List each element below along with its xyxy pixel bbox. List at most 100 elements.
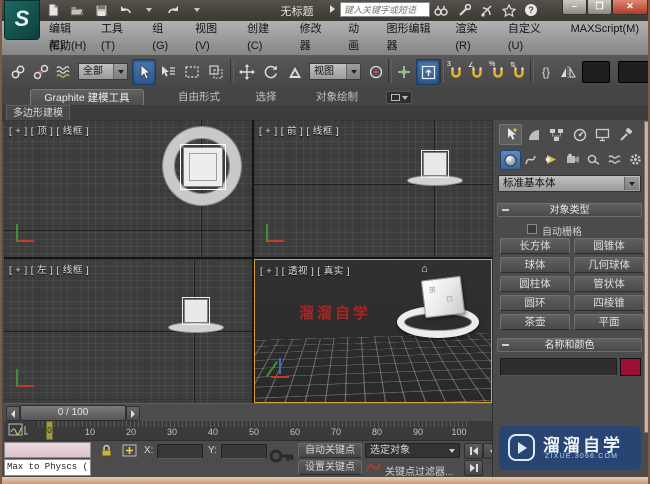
panel-scrollbar[interactable] bbox=[644, 121, 648, 433]
search-input[interactable] bbox=[340, 2, 430, 17]
named-selection-sets-button[interactable]: {} bbox=[534, 59, 558, 85]
max-app-logo[interactable]: S bbox=[4, 0, 40, 40]
keyboard-shortcut-override-toggle[interactable] bbox=[416, 59, 440, 85]
viewport-front-label[interactable]: [ + ] [ 前 ] [ 线框 ] bbox=[259, 123, 339, 137]
systems-category[interactable] bbox=[626, 150, 645, 168]
set-key-button[interactable]: 设置关键点 bbox=[298, 460, 362, 475]
hierarchy-tab[interactable] bbox=[545, 124, 568, 145]
absolute-mode-transform-icon[interactable] bbox=[122, 444, 137, 457]
utilities-tab[interactable] bbox=[614, 124, 637, 145]
tab-freeform[interactable]: 自由形式 bbox=[167, 89, 231, 105]
tube-button[interactable]: 管状体 bbox=[574, 276, 644, 292]
dropdown-arrow-icon[interactable] bbox=[113, 64, 127, 79]
layer-manager-box[interactable] bbox=[582, 61, 610, 83]
viewport-top-label[interactable]: [ + ] [ 顶 ] [ 线框 ] bbox=[9, 123, 89, 137]
viewport-perspective-label[interactable]: [ + ] [ 透视 ] [ 真实 ] bbox=[260, 263, 350, 277]
selection-filter-dropdown[interactable]: 全部 bbox=[78, 63, 128, 80]
lights-category[interactable] bbox=[542, 150, 561, 168]
mirror-button[interactable] bbox=[556, 59, 580, 85]
redo-icon[interactable] bbox=[164, 2, 182, 18]
menu-maxscript[interactable]: MAXScript(M) bbox=[562, 21, 648, 55]
save-icon[interactable] bbox=[92, 2, 110, 18]
close-button[interactable]: ✕ bbox=[612, 0, 648, 15]
go-to-start-button[interactable] bbox=[464, 443, 483, 459]
toolbar-end-box[interactable] bbox=[618, 61, 648, 83]
select-and-move-button[interactable] bbox=[235, 59, 259, 85]
select-by-name-button[interactable] bbox=[156, 59, 180, 85]
selection-set-dropdown[interactable]: 选定对象 bbox=[365, 443, 460, 458]
tab-selection[interactable]: 选择 bbox=[244, 89, 288, 105]
menu-customize[interactable]: 自定义(U) bbox=[499, 21, 562, 55]
select-object-button[interactable] bbox=[132, 59, 156, 85]
box-object-perspective[interactable]: ⊞ ⊡ bbox=[420, 275, 466, 319]
track-bar[interactable]: 0 10 20 30 40 50 60 70 80 90 100 bbox=[4, 421, 492, 441]
menu-rendering[interactable]: 渲染(R) bbox=[446, 21, 499, 55]
sphere-button[interactable]: 球体 bbox=[500, 257, 570, 273]
selected-box-object[interactable] bbox=[180, 144, 226, 190]
viewcube-home-icon[interactable]: ⌂ bbox=[421, 263, 428, 275]
box-object-left-view[interactable] bbox=[182, 297, 210, 325]
open-file-icon[interactable] bbox=[68, 2, 86, 18]
helpers-category[interactable] bbox=[584, 150, 603, 168]
help-icon[interactable]: ? bbox=[522, 2, 540, 18]
wrench-icon[interactable] bbox=[455, 2, 473, 18]
cylinder-button[interactable]: 圆柱体 bbox=[500, 276, 570, 292]
rectangular-selection-button[interactable] bbox=[180, 59, 204, 85]
new-file-icon[interactable] bbox=[44, 2, 62, 18]
go-to-end-button[interactable] bbox=[464, 460, 483, 476]
set-keys-key-icon[interactable] bbox=[268, 443, 296, 469]
next-frame-button[interactable] bbox=[126, 406, 140, 421]
plane-button[interactable]: 平面 bbox=[574, 314, 644, 330]
current-frame-marker[interactable]: 0 bbox=[46, 421, 53, 440]
title-flyout-icon[interactable] bbox=[330, 5, 335, 13]
auto-key-button[interactable]: 自动关键点 bbox=[298, 443, 362, 458]
autogrid-checkbox[interactable] bbox=[527, 224, 537, 234]
modify-tab[interactable] bbox=[522, 124, 545, 145]
box-button[interactable]: 长方体 bbox=[500, 238, 570, 254]
subtab-polygon-modeling[interactable]: 多边形建模 bbox=[6, 105, 70, 121]
time-slider[interactable]: 0 / 100 bbox=[4, 403, 492, 422]
torus-object-left-view[interactable] bbox=[168, 322, 224, 333]
menu-group[interactable]: 组(G) bbox=[143, 21, 186, 55]
select-and-scale-button[interactable] bbox=[283, 59, 307, 85]
name-color-rollout[interactable]: 名称和颜色 bbox=[497, 338, 642, 352]
primitive-type-dropdown[interactable]: 标准基本体 bbox=[498, 175, 641, 192]
undo-icon[interactable] bbox=[116, 2, 134, 18]
minimize-button[interactable]: – bbox=[562, 0, 587, 15]
maxscript-macro-recorder[interactable] bbox=[4, 442, 91, 458]
geometry-category[interactable] bbox=[500, 150, 521, 170]
menu-help[interactable]: 帮助(H) bbox=[40, 38, 95, 55]
cameras-category[interactable] bbox=[563, 150, 582, 168]
viewport-front[interactable]: [ + ] [ 前 ] [ 线框 ] bbox=[254, 120, 492, 257]
tab-object-paint[interactable]: 对象绘制 bbox=[305, 89, 369, 105]
menu-graph-editors[interactable]: 图形编辑器 bbox=[378, 21, 447, 55]
unlink-selection-icon[interactable] bbox=[29, 59, 53, 85]
object-color-swatch[interactable] bbox=[620, 358, 641, 376]
viewport-left[interactable]: [ + ] [ 左 ] [ 线框 ] bbox=[4, 259, 252, 403]
teapot-button[interactable]: 茶壶 bbox=[500, 314, 570, 330]
maximize-button[interactable]: ❐ bbox=[587, 0, 612, 15]
y-coordinate-field[interactable] bbox=[221, 444, 267, 459]
communication-center-icon[interactable] bbox=[478, 2, 496, 18]
previous-frame-button[interactable] bbox=[6, 406, 20, 421]
tab-graphite-modeling[interactable]: Graphite 建模工具 bbox=[30, 89, 144, 106]
display-tab[interactable] bbox=[591, 124, 614, 145]
viewport-left-label[interactable]: [ + ] [ 左 ] [ 线框 ] bbox=[9, 262, 89, 276]
dropdown-arrow-icon[interactable] bbox=[624, 177, 639, 190]
menu-animation[interactable]: 动画 bbox=[339, 21, 377, 55]
motion-tab[interactable] bbox=[568, 124, 591, 145]
shapes-category[interactable] bbox=[521, 150, 540, 168]
spinner-snap-toggle-button[interactable]: ⇅ bbox=[507, 59, 531, 85]
create-tab[interactable] bbox=[499, 124, 522, 145]
time-slider-handle[interactable]: 0 / 100 bbox=[20, 405, 126, 421]
dropdown-arrow-icon[interactable] bbox=[346, 64, 360, 79]
menu-create[interactable]: 创建(C) bbox=[238, 21, 291, 55]
search-binoculars-icon[interactable] bbox=[432, 2, 450, 18]
pyramid-button[interactable]: 四棱锥 bbox=[574, 295, 644, 311]
favorites-star-icon[interactable] bbox=[500, 2, 518, 18]
viewport-perspective[interactable]: 溜溜自学 ⊞ ⊡ [ + ] [ 透视 ] [ 真实 ] ⌂ bbox=[254, 259, 492, 403]
select-and-link-icon[interactable] bbox=[6, 59, 30, 85]
key-filters-button[interactable]: 关键点过滤器... bbox=[385, 463, 453, 478]
select-and-rotate-button[interactable] bbox=[259, 59, 283, 85]
window-crossing-button[interactable] bbox=[204, 59, 228, 85]
